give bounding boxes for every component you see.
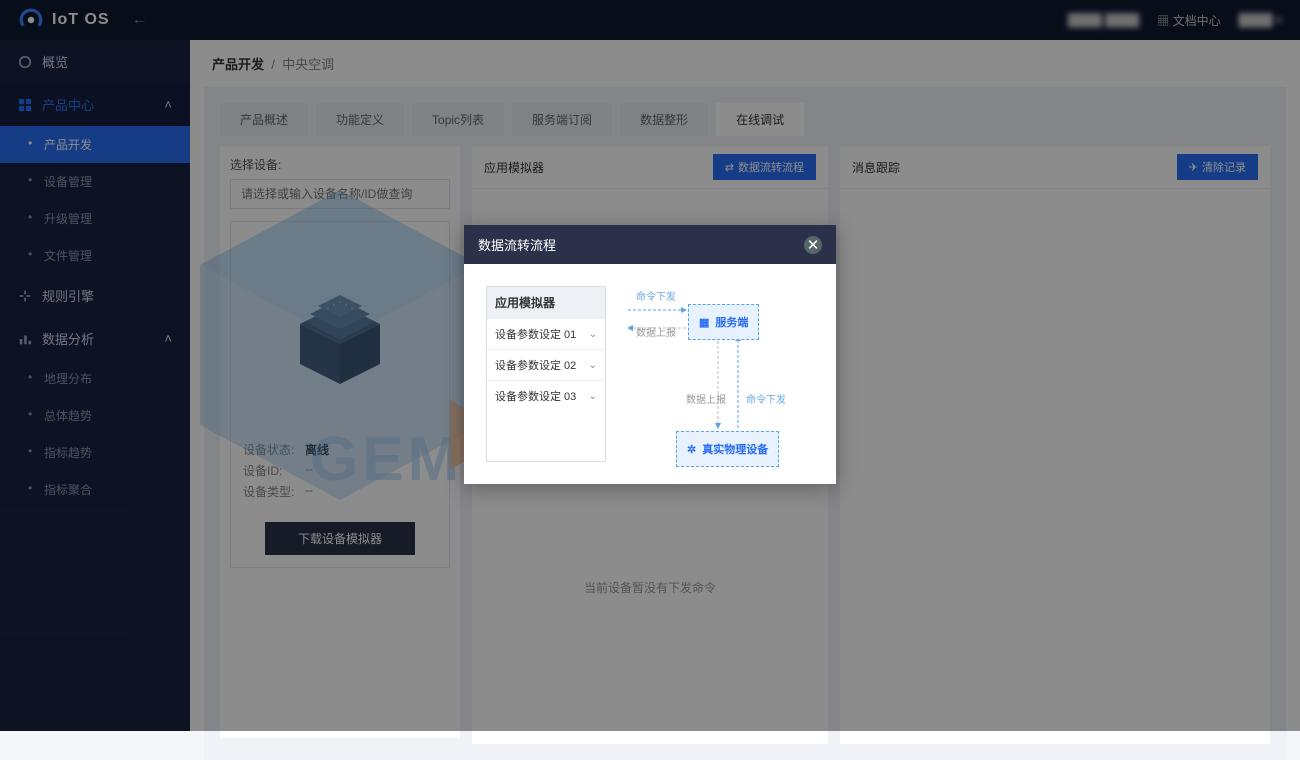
flow-label: 命令下发	[746, 391, 786, 406]
flow-diagram: 命令下发 数据上报 数据上报 命令下发 ▦ 服务端 ✲ 真实物理设备	[628, 286, 814, 462]
chevron-down-icon: ⌄	[589, 391, 597, 402]
sim-row-1[interactable]: 设备参数设定 01⌄	[487, 318, 605, 349]
sim-row-2[interactable]: 设备参数设定 02⌄	[487, 349, 605, 380]
node-device: ✲ 真实物理设备	[676, 431, 779, 467]
flow-label: 数据上报	[636, 324, 676, 339]
flow-label: 命令下发	[636, 288, 676, 303]
sim-row-3[interactable]: 设备参数设定 03⌄	[487, 380, 605, 411]
sim-box-title: 应用模拟器	[487, 287, 605, 318]
node-server: ▦ 服务端	[688, 304, 759, 340]
chevron-down-icon: ⌄	[589, 360, 597, 371]
close-icon[interactable]: ✕	[804, 236, 822, 254]
modal-title: 数据流转流程	[478, 235, 556, 254]
flow-modal: 数据流转流程 ✕ 应用模拟器 设备参数设定 01⌄ 设备参数设定 02⌄ 设备参…	[464, 225, 836, 484]
simulator-box: 应用模拟器 设备参数设定 01⌄ 设备参数设定 02⌄ 设备参数设定 03⌄	[486, 286, 606, 462]
modal-overlay[interactable]: 数据流转流程 ✕ 应用模拟器 设备参数设定 01⌄ 设备参数设定 02⌄ 设备参…	[0, 0, 1300, 731]
flow-label: 数据上报	[686, 391, 726, 406]
chevron-down-icon: ⌄	[589, 329, 597, 340]
